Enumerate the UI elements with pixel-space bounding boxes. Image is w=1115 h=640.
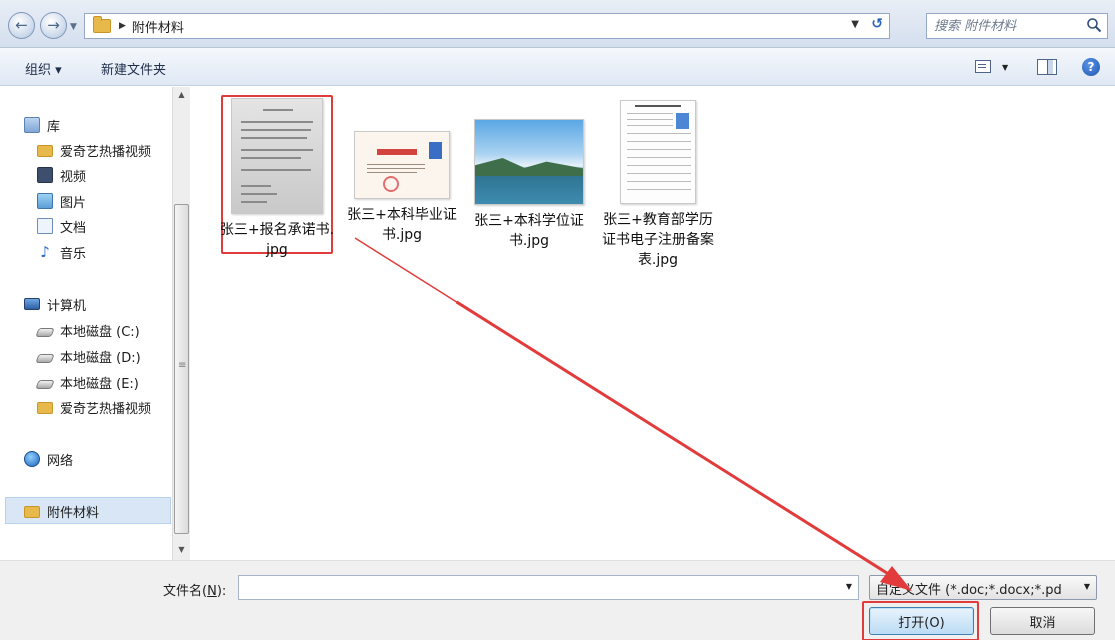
search-icon[interactable] [1086, 17, 1102, 33]
nav-item-videos[interactable]: 视频 [37, 164, 86, 186]
scroll-down-icon[interactable]: ▼ [173, 542, 190, 558]
search-box[interactable] [926, 13, 1108, 39]
folder-icon [24, 506, 40, 518]
navigation-pane: 库 爱奇艺热播视频 视频 图片 文档 ♪ 音乐 计算机 本地磁盘 (C:) 本地… [0, 87, 172, 560]
file-item-registration-form[interactable]: 张三+教育部学历证书电子注册备案表.jpg [599, 100, 717, 270]
computer-icon [24, 298, 40, 310]
file-thumbnail [620, 100, 696, 204]
nav-item-computer[interactable]: 计算机 [24, 293, 86, 315]
nav-item-library[interactable]: 库 [24, 114, 60, 136]
nav-item-label: 网络 [47, 453, 74, 469]
address-bar: ← → ▼ ▶ 附件材料 ▼ ↺ [0, 0, 1115, 48]
filename-label: 文件名(N): [163, 584, 227, 599]
video-icon [37, 167, 53, 183]
nav-item-label: 爱奇艺热播视频 [60, 401, 152, 417]
nav-item-documents[interactable]: 文档 [37, 215, 86, 237]
refresh-icon[interactable]: ↺ [871, 16, 883, 32]
dialog-footer: 文件名(N): ▼ 自定义文件 (*.doc;*.docx;*.pd ▼ 打开(… [0, 560, 1115, 640]
nav-item-disk-d[interactable]: 本地磁盘 (D:) [35, 345, 141, 367]
forward-button[interactable]: → [40, 12, 67, 39]
nav-item-disk-c[interactable]: 本地磁盘 (C:) [35, 319, 140, 341]
chevron-down-icon[interactable]: ▼ [846, 582, 852, 591]
folder-icon [37, 145, 53, 157]
new-folder-button[interactable]: 新建文件夹 [101, 59, 166, 78]
forward-arrow-icon: → [47, 16, 60, 34]
view-icon[interactable] [975, 60, 991, 73]
nav-item-current-folder[interactable]: 附件材料 [24, 500, 99, 522]
breadcrumb-separator-icon[interactable]: ▶ [119, 21, 126, 31]
recent-locations-dropdown[interactable]: ▼ [70, 22, 77, 32]
scroll-thumb[interactable] [174, 204, 189, 534]
view-options-dropdown[interactable]: ▼ [1002, 63, 1008, 72]
file-item-graduation-certificate[interactable]: 张三+本科毕业证书.jpg [343, 131, 461, 245]
disk-icon [35, 379, 55, 389]
help-icon[interactable]: ? [1082, 58, 1100, 76]
nav-item-label: 视频 [60, 169, 87, 185]
file-thumbnail [354, 131, 450, 199]
nav-item-pictures[interactable]: 图片 [37, 190, 86, 212]
scroll-up-icon[interactable]: ▲ [173, 87, 190, 103]
cancel-button[interactable]: 取消 [990, 607, 1095, 635]
file-name: 张三+本科毕业证书.jpg [347, 207, 457, 243]
preview-pane-icon[interactable] [1037, 59, 1057, 75]
file-thumbnail [231, 98, 323, 214]
search-input[interactable] [934, 15, 1084, 37]
path-history-dropdown[interactable]: ▼ [851, 19, 859, 30]
document-icon [37, 218, 53, 234]
nav-item-label: 本地磁盘 (C:) [60, 324, 140, 340]
chevron-down-icon[interactable]: ▼ [1084, 582, 1090, 591]
filename-field[interactable]: ▼ [238, 575, 859, 600]
file-thumbnail [474, 119, 584, 205]
file-item-degree-certificate[interactable]: 张三+本科学位证书.jpg [470, 119, 588, 251]
nav-item-label: 本地磁盘 (D:) [60, 350, 141, 366]
open-button[interactable]: 打开(O) [869, 607, 974, 635]
file-name: 张三+报名承诺书.jpg [219, 222, 335, 258]
nav-item-network[interactable]: 网络 [24, 448, 73, 470]
network-icon [24, 451, 40, 467]
nav-item-label: 库 [47, 119, 61, 135]
nav-item-label: 音乐 [60, 246, 87, 262]
folder-icon [37, 402, 53, 414]
back-arrow-icon: ← [15, 16, 28, 34]
back-button[interactable]: ← [8, 12, 35, 39]
nav-scrollbar[interactable]: ▲ ▼ [172, 87, 190, 560]
toolbar: 组织 ▾ 新建文件夹 ▼ ? [0, 48, 1115, 86]
disk-icon [35, 327, 55, 337]
nav-item-iqiyi[interactable]: 爱奇艺热播视频 [37, 139, 151, 161]
file-name: 张三+教育部学历证书电子注册备案表.jpg [602, 212, 714, 268]
nav-item-label: 文档 [60, 220, 87, 236]
filetype-select[interactable]: 自定义文件 (*.doc;*.docx;*.pd ▼ [869, 575, 1097, 600]
disk-icon [35, 353, 55, 363]
breadcrumb[interactable]: ▶ 附件材料 ▼ ↺ [84, 13, 890, 39]
filetype-value: 自定义文件 (*.doc;*.docx;*.pd [876, 583, 1062, 598]
file-name: 张三+本科学位证书.jpg [474, 213, 584, 249]
nav-item-music[interactable]: ♪ 音乐 [37, 241, 86, 263]
folder-icon [93, 16, 111, 33]
music-icon: ♪ [40, 243, 50, 261]
nav-item-disk-e[interactable]: 本地磁盘 (E:) [35, 371, 139, 393]
breadcrumb-segment[interactable]: 附件材料 [132, 17, 184, 36]
file-item-commitment-letter[interactable]: 张三+报名承诺书.jpg [218, 98, 336, 260]
nav-item-label: 计算机 [47, 298, 87, 314]
picture-icon [37, 193, 53, 209]
filename-input[interactable] [239, 576, 829, 599]
nav-item-label: 本地磁盘 (E:) [60, 376, 139, 392]
library-icon [24, 117, 40, 133]
nav-item-label: 图片 [60, 195, 87, 211]
nav-item-label: 附件材料 [47, 505, 100, 521]
nav-item-label: 爱奇艺热播视频 [60, 144, 152, 160]
organize-button[interactable]: 组织 ▾ [25, 59, 62, 78]
file-list: 张三+报名承诺书.jpg 张三+本科毕业证书.jpg 张三+本科学位证书.jpg [191, 87, 1115, 560]
nav-item-iqiyi-2[interactable]: 爱奇艺热播视频 [37, 396, 151, 418]
